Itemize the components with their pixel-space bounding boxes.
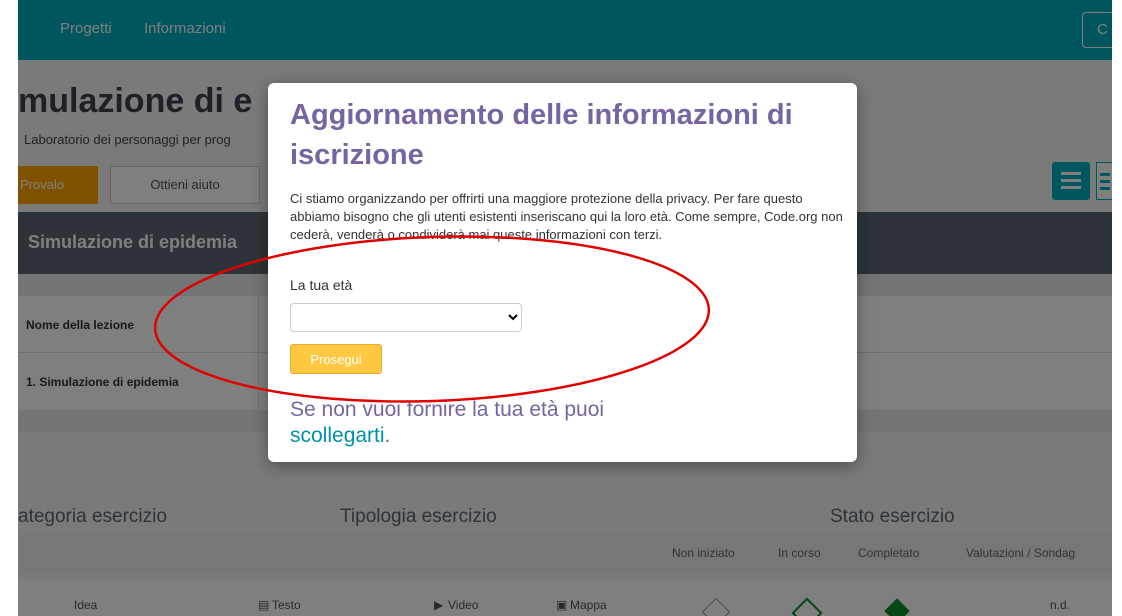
sign-out-link[interactable]: scollegarti [290, 424, 385, 447]
dialog-title: Aggiornamento delle informazioni di iscr… [290, 99, 793, 171]
opt-out-message: Se non vuoi fornire la tua età puoi scol… [290, 397, 850, 449]
left-margin [0, 0, 18, 616]
opt-out-suffix: . [384, 424, 391, 447]
right-margin [1112, 0, 1122, 616]
annotation-ellipse [153, 235, 711, 403]
